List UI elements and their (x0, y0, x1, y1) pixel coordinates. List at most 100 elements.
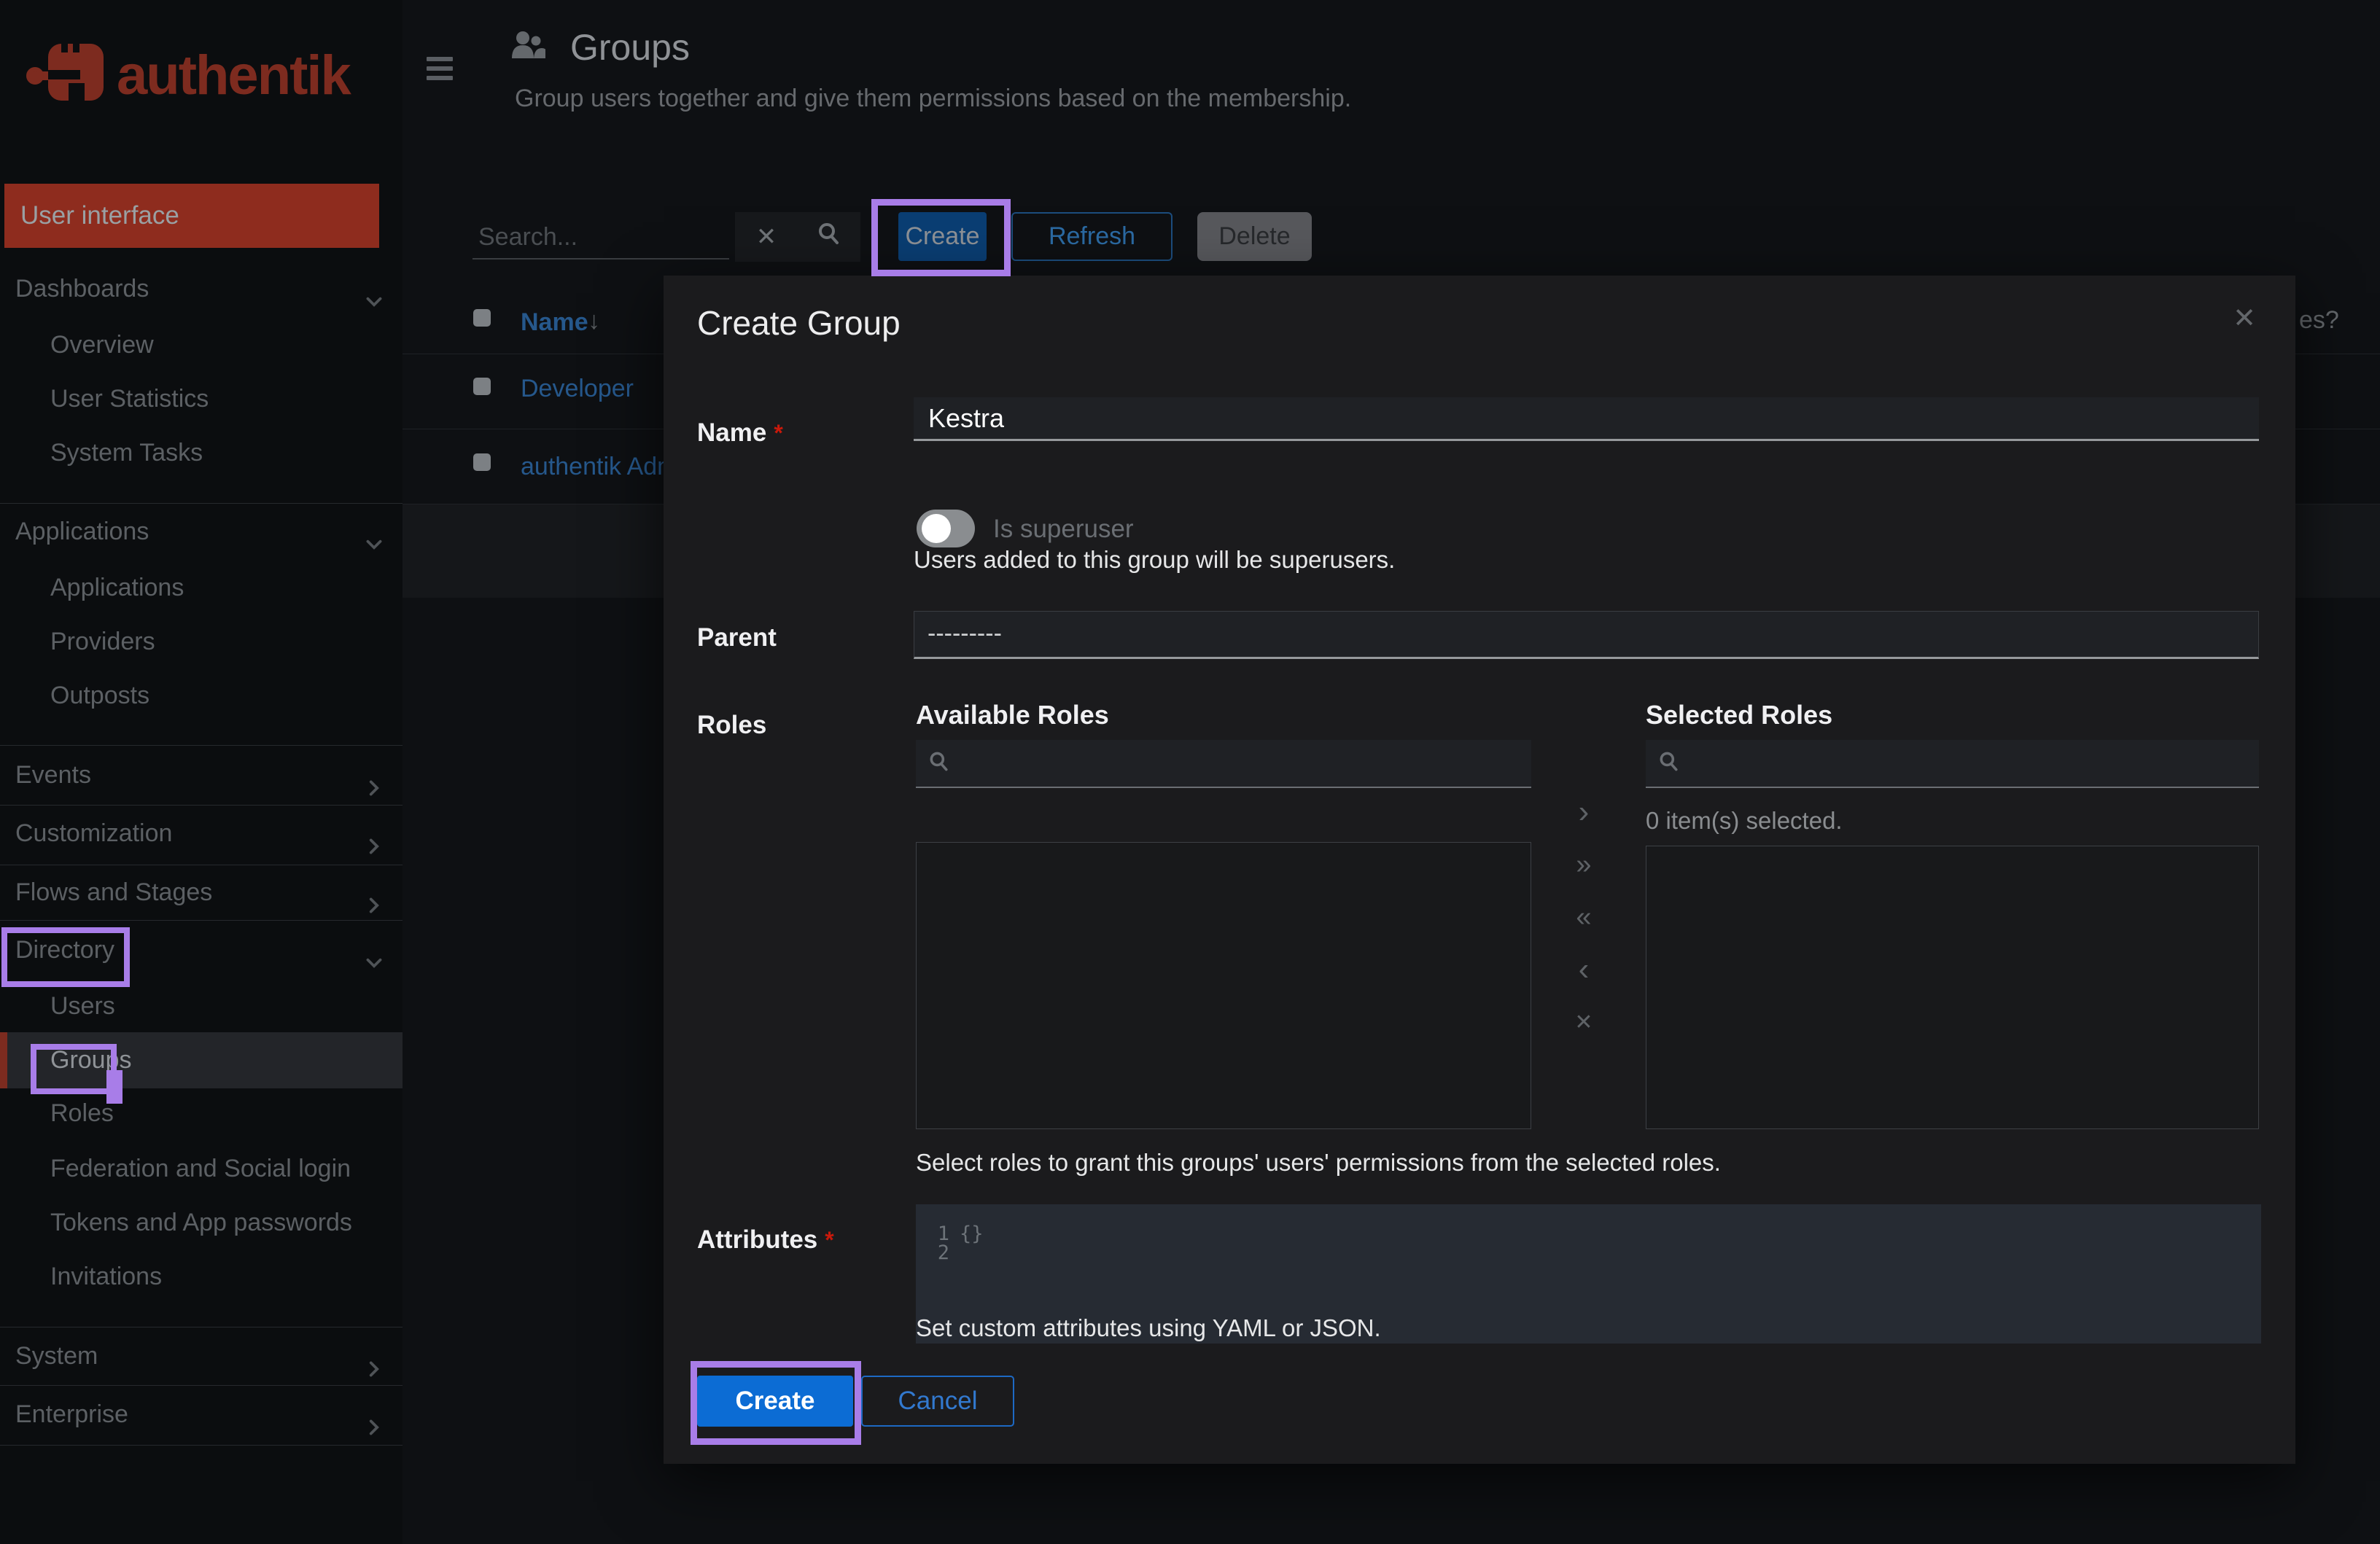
transfer-add-button[interactable]: › (1563, 792, 1604, 833)
page-subtitle: Group users together and give them permi… (515, 85, 1352, 112)
sidebar-group-system[interactable]: System (0, 1329, 402, 1383)
selected-roles-search[interactable] (1646, 740, 2259, 788)
sidebar-item-outposts[interactable]: Outposts (0, 668, 402, 722)
transfer-remove-all-button[interactable]: « (1563, 897, 1604, 937)
annotation-box-directory (1, 927, 130, 987)
chevron-down-icon (363, 278, 385, 307)
hamburger-menu-icon[interactable] (427, 57, 453, 85)
sidebar-item-applications[interactable]: Applications (0, 561, 402, 615)
sidebar-item-users[interactable]: Users (0, 979, 402, 1033)
sidebar-item-roles[interactable]: Roles (0, 1086, 402, 1140)
chevron-down-icon (363, 939, 385, 968)
refresh-button[interactable]: Refresh (1011, 212, 1172, 261)
sidebar-divider (0, 745, 402, 746)
sidebar-item-system-tasks[interactable]: System Tasks (0, 426, 402, 480)
search-icon (816, 221, 842, 254)
apply-search-button[interactable] (798, 212, 860, 262)
sidebar: authentik User interface Dashboards Over… (0, 0, 402, 1544)
sidebar-group-flows-and-stages[interactable]: Flows and Stages (0, 865, 402, 919)
chevron-right-icon (363, 881, 385, 913)
chevron-right-icon (363, 822, 385, 854)
sidebar-divider (0, 920, 402, 921)
modal-cancel-button[interactable]: Cancel (861, 1376, 1014, 1427)
clear-icon: ✕ (1574, 1010, 1593, 1034)
available-roles-listbox[interactable] (916, 842, 1531, 1129)
angle-left-icon: ‹ (1578, 951, 1590, 987)
select-all-checkbox[interactable] (473, 309, 491, 327)
annotation-artifact (106, 1070, 122, 1104)
transfer-remove-button[interactable]: ‹ (1563, 949, 1604, 990)
chevron-down-icon (363, 520, 385, 550)
editor-content: {} (960, 1223, 984, 1245)
row-checkbox[interactable] (473, 378, 491, 395)
logo-wordmark: authentik (117, 44, 351, 106)
chevron-right-icon (363, 764, 385, 796)
row-checkbox[interactable] (473, 453, 491, 471)
selected-roles-heading: Selected Roles (1646, 700, 1833, 730)
sidebar-group-events[interactable]: Events (0, 748, 402, 802)
sidebar-group-applications[interactable]: Applications (0, 504, 402, 558)
sidebar-group-dashboards[interactable]: Dashboards (0, 262, 402, 316)
group-name-field[interactable] (914, 397, 2259, 441)
parent-select[interactable]: --------- (914, 611, 2259, 659)
sidebar-item-tokens[interactable]: Tokens and App passwords (0, 1196, 402, 1249)
selected-count: 0 item(s) selected. (1646, 807, 1843, 834)
available-roles-search-input[interactable] (961, 749, 1531, 778)
roles-help: Select roles to grant this groups' users… (916, 1149, 1721, 1176)
sidebar-group-customization[interactable]: Customization (0, 806, 402, 860)
sidebar-item-overview[interactable]: Overview (0, 318, 402, 372)
is-superuser-toggle[interactable] (917, 510, 975, 547)
is-superuser-label: Is superuser (993, 515, 1134, 543)
annotation-box-groups (31, 1044, 117, 1094)
required-marker: * (825, 1227, 834, 1253)
annotation-box-create-toolbar (871, 199, 1011, 276)
sidebar-divider (0, 1385, 402, 1386)
sidebar-item-providers[interactable]: Providers (0, 615, 402, 668)
toggle-knob (922, 514, 951, 543)
angle-right-icon: › (1578, 794, 1590, 830)
clear-search-button[interactable]: ✕ (735, 212, 798, 262)
page-title: Groups (570, 27, 690, 68)
search-input[interactable] (472, 216, 729, 260)
selected-roles-search-input[interactable] (1691, 749, 2259, 778)
sidebar-item-user-statistics[interactable]: User Statistics (0, 372, 402, 426)
clipped-column-header: es? (2299, 306, 2339, 334)
roles-label: Roles (697, 711, 767, 739)
search-icon (928, 750, 951, 777)
search-button-group: ✕ (735, 212, 860, 262)
sidebar-item-federation[interactable]: Federation and Social login (0, 1142, 402, 1196)
screen: authentik User interface Dashboards Over… (0, 0, 2380, 1544)
selected-roles-listbox[interactable] (1646, 846, 2259, 1129)
double-angle-left-icon: « (1576, 901, 1592, 932)
transfer-add-all-button[interactable]: » (1563, 844, 1604, 885)
sidebar-divider (0, 503, 402, 504)
name-label: Name * (697, 418, 783, 447)
modal-title: Create Group (697, 304, 901, 342)
transfer-clear-button[interactable]: ✕ (1563, 1002, 1604, 1042)
sidebar-divider (0, 1445, 402, 1446)
group-row-link[interactable]: Developer (521, 375, 634, 403)
clear-icon: ✕ (755, 223, 777, 251)
user-interface-button[interactable]: User interface (4, 184, 379, 248)
sidebar-item-invitations[interactable]: Invitations (0, 1249, 402, 1303)
chevron-right-icon (363, 1403, 385, 1435)
active-indicator (0, 1032, 7, 1088)
create-group-modal: Create Group ✕ Name* Is superuser Users … (664, 276, 2295, 1464)
sidebar-divider (0, 805, 402, 806)
annotation-box-create-modal (691, 1361, 861, 1445)
available-roles-search[interactable] (916, 740, 1531, 788)
attributes-label: Attributes * (697, 1225, 834, 1254)
sidebar-group-enterprise[interactable]: Enterprise (0, 1387, 402, 1441)
is-superuser-help: Users added to this group will be superu… (914, 546, 1396, 573)
authentik-logo: authentik (26, 42, 369, 108)
search-icon (1657, 750, 1681, 777)
chevron-right-icon (363, 1345, 385, 1377)
modal-close-button[interactable]: ✕ (2224, 297, 2265, 338)
available-roles-heading: Available Roles (916, 700, 1109, 730)
delete-button[interactable]: Delete (1197, 212, 1312, 261)
groups-people-icon (509, 29, 548, 66)
editor-line-numbers: 1 2 (937, 1223, 949, 1264)
sort-descending-icon[interactable]: ↓ (588, 307, 600, 335)
column-header-name[interactable]: Name (521, 308, 588, 337)
attributes-help: Set custom attributes using YAML or JSON… (916, 1314, 1381, 1341)
